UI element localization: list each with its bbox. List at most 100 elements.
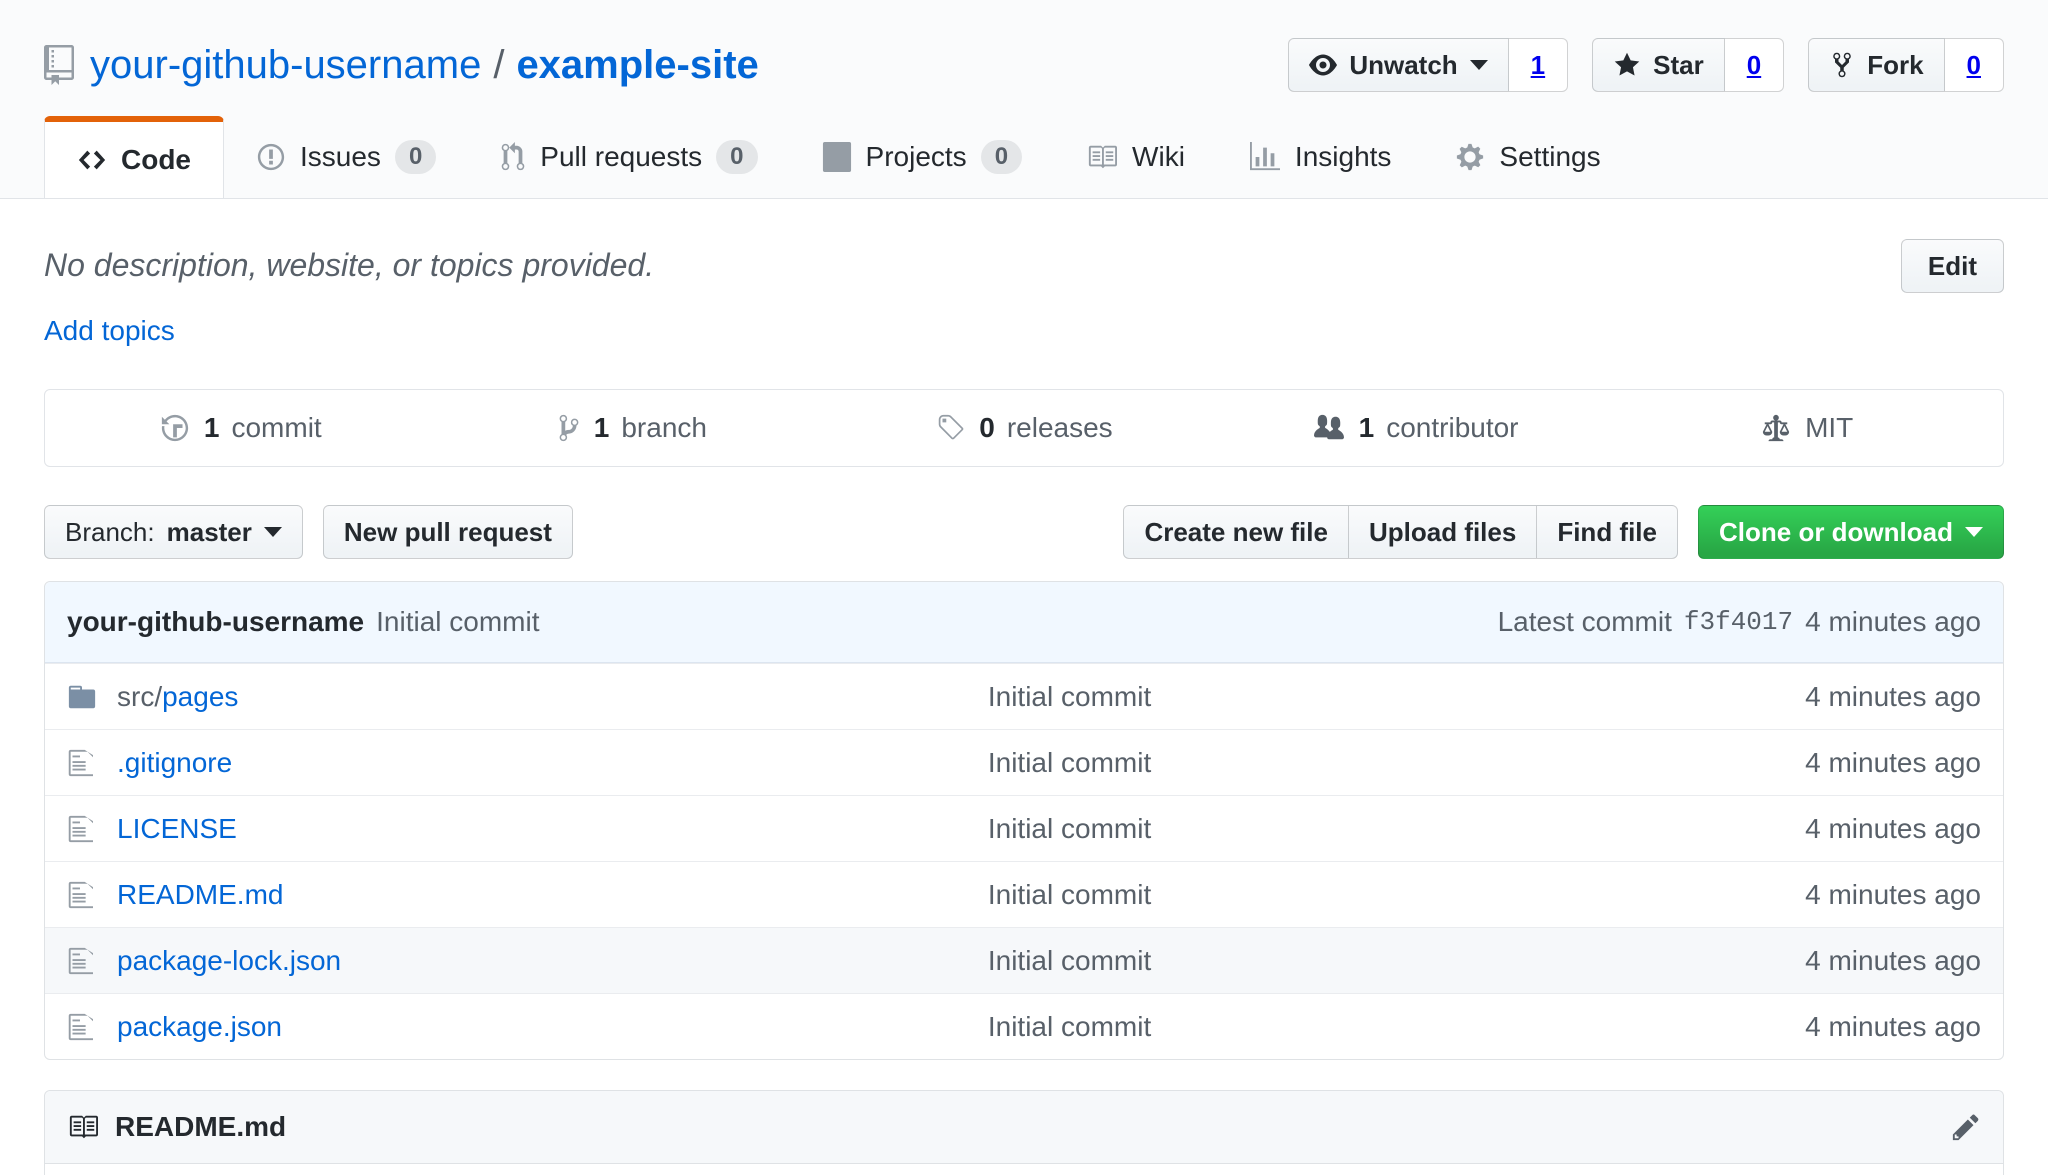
star-group: Star 0	[1592, 38, 1784, 92]
issues-count-badge: 0	[395, 140, 436, 174]
commit-message-link[interactable]: Initial commit	[988, 1011, 1151, 1042]
file-link[interactable]: README.md	[117, 879, 283, 910]
tab-insights[interactable]: Insights	[1217, 116, 1424, 198]
file-icon	[67, 880, 117, 910]
clone-or-download-button[interactable]: Clone or download	[1698, 505, 2004, 559]
folder-icon	[67, 682, 117, 712]
file-link[interactable]: package.json	[117, 1011, 282, 1042]
repo-icon	[44, 45, 74, 85]
tab-projects[interactable]: Projects 0	[790, 116, 1055, 198]
releases-stat[interactable]: 0 releases	[828, 390, 1220, 466]
branch-prefix-label: Branch:	[65, 519, 155, 545]
tab-issues[interactable]: Issues 0	[224, 116, 468, 198]
star-button[interactable]: Star	[1592, 38, 1725, 92]
upload-files-button[interactable]: Upload files	[1348, 505, 1537, 559]
latest-commit-bar: your-github-username Initial commit Late…	[45, 582, 2003, 663]
file-icon	[67, 814, 117, 844]
book-icon	[1086, 142, 1118, 172]
tab-code[interactable]: Code	[44, 116, 224, 198]
pencil-icon[interactable]	[1951, 1112, 1981, 1142]
star-count[interactable]: 0	[1725, 38, 1784, 92]
table-row: src/pages Initial commit 4 minutes ago	[45, 663, 2003, 729]
people-icon	[1313, 413, 1345, 443]
tag-icon	[935, 413, 965, 443]
file-link[interactable]: pages	[162, 681, 238, 712]
pull-requests-count-badge: 0	[716, 140, 757, 174]
table-row: .gitignore Initial commit 4 minutes ago	[45, 729, 2003, 795]
tab-code-label: Code	[121, 144, 191, 176]
star-label: Star	[1653, 52, 1704, 78]
clone-label: Clone or download	[1719, 519, 1953, 545]
commit-time: 4 minutes ago	[1805, 606, 1981, 638]
commit-message-link[interactable]: Initial commit	[988, 747, 1151, 778]
file-icon	[67, 748, 117, 778]
project-icon	[822, 142, 852, 172]
find-file-button[interactable]: Find file	[1536, 505, 1678, 559]
commits-stat[interactable]: 1 commit	[45, 390, 437, 466]
license-label: MIT	[1805, 412, 1853, 444]
repo-title: your-github-username / example-site	[90, 43, 759, 88]
commit-author-link[interactable]: your-github-username	[67, 606, 364, 638]
commit-message-link[interactable]: Initial commit	[988, 945, 1151, 976]
file-age: 4 minutes ago	[1681, 1011, 1981, 1043]
readme-title: README.md	[115, 1111, 286, 1143]
fork-count[interactable]: 0	[1945, 38, 2004, 92]
issue-icon	[256, 142, 286, 172]
tab-wiki[interactable]: Wiki	[1054, 116, 1217, 198]
tab-wiki-label: Wiki	[1132, 141, 1185, 173]
edit-button[interactable]: Edit	[1901, 239, 2004, 293]
commit-message-link[interactable]: Initial commit	[988, 813, 1151, 844]
file-link[interactable]: LICENSE	[117, 813, 237, 844]
repo-owner-link[interactable]: your-github-username	[90, 43, 481, 88]
commit-message-link[interactable]: Initial commit	[376, 606, 539, 638]
file-age: 4 minutes ago	[1681, 945, 1981, 977]
file-icon	[67, 1012, 117, 1042]
file-age: 4 minutes ago	[1681, 681, 1981, 713]
file-link[interactable]: .gitignore	[117, 747, 232, 778]
tab-settings[interactable]: Settings	[1423, 116, 1632, 198]
eye-icon	[1309, 51, 1337, 79]
commit-message-link[interactable]: Initial commit	[988, 879, 1151, 910]
commit-message-link[interactable]: Initial commit	[988, 681, 1151, 712]
repo-name-link[interactable]: example-site	[516, 43, 758, 88]
chevron-down-icon	[1470, 60, 1488, 70]
commits-label: commit	[231, 412, 321, 444]
contributors-label: contributor	[1386, 412, 1518, 444]
file-link[interactable]: package-lock.json	[117, 945, 341, 976]
repo-title-separator: /	[493, 43, 504, 88]
unwatch-button[interactable]: Unwatch	[1288, 38, 1508, 92]
new-pull-request-button[interactable]: New pull request	[323, 505, 573, 559]
tab-projects-label: Projects	[866, 141, 967, 173]
history-icon	[160, 413, 190, 443]
chevron-down-icon	[1965, 527, 1983, 537]
create-new-file-button[interactable]: Create new file	[1123, 505, 1349, 559]
tab-pull-requests[interactable]: Pull requests 0	[468, 116, 789, 198]
projects-count-badge: 0	[981, 140, 1022, 174]
repo-nav: Code Issues 0 Pull requests 0 P	[44, 116, 2004, 198]
branches-stat[interactable]: 1 branch	[437, 390, 829, 466]
file-icon	[67, 946, 117, 976]
repo-stats-bar: 1 commit 1 branch 0 releases 1 contribut…	[44, 389, 2004, 467]
contributors-count: 1	[1359, 412, 1375, 444]
readme-section: README.md	[44, 1090, 2004, 1175]
add-topics-link[interactable]: Add topics	[44, 315, 175, 347]
commit-sha-link[interactable]: f3f4017	[1684, 607, 1793, 637]
pull-request-icon	[500, 142, 526, 172]
fork-label: Fork	[1867, 52, 1923, 78]
chevron-down-icon	[264, 527, 282, 537]
releases-label: releases	[1007, 412, 1113, 444]
releases-count: 0	[979, 412, 995, 444]
fork-button[interactable]: Fork	[1808, 38, 1944, 92]
tab-pull-requests-label: Pull requests	[540, 141, 702, 173]
contributors-stat[interactable]: 1 contributor	[1220, 390, 1612, 466]
file-age: 4 minutes ago	[1681, 813, 1981, 845]
graph-icon	[1249, 142, 1281, 172]
watch-count[interactable]: 1	[1509, 38, 1568, 92]
license-stat[interactable]: MIT	[1611, 390, 2003, 466]
tab-issues-label: Issues	[300, 141, 381, 173]
watch-group: Unwatch 1	[1288, 38, 1568, 92]
file-age: 4 minutes ago	[1681, 879, 1981, 911]
branch-select-button[interactable]: Branch: master	[44, 505, 303, 559]
file-actions-group: Create new file Upload files Find file	[1123, 505, 1678, 559]
commits-count: 1	[204, 412, 220, 444]
